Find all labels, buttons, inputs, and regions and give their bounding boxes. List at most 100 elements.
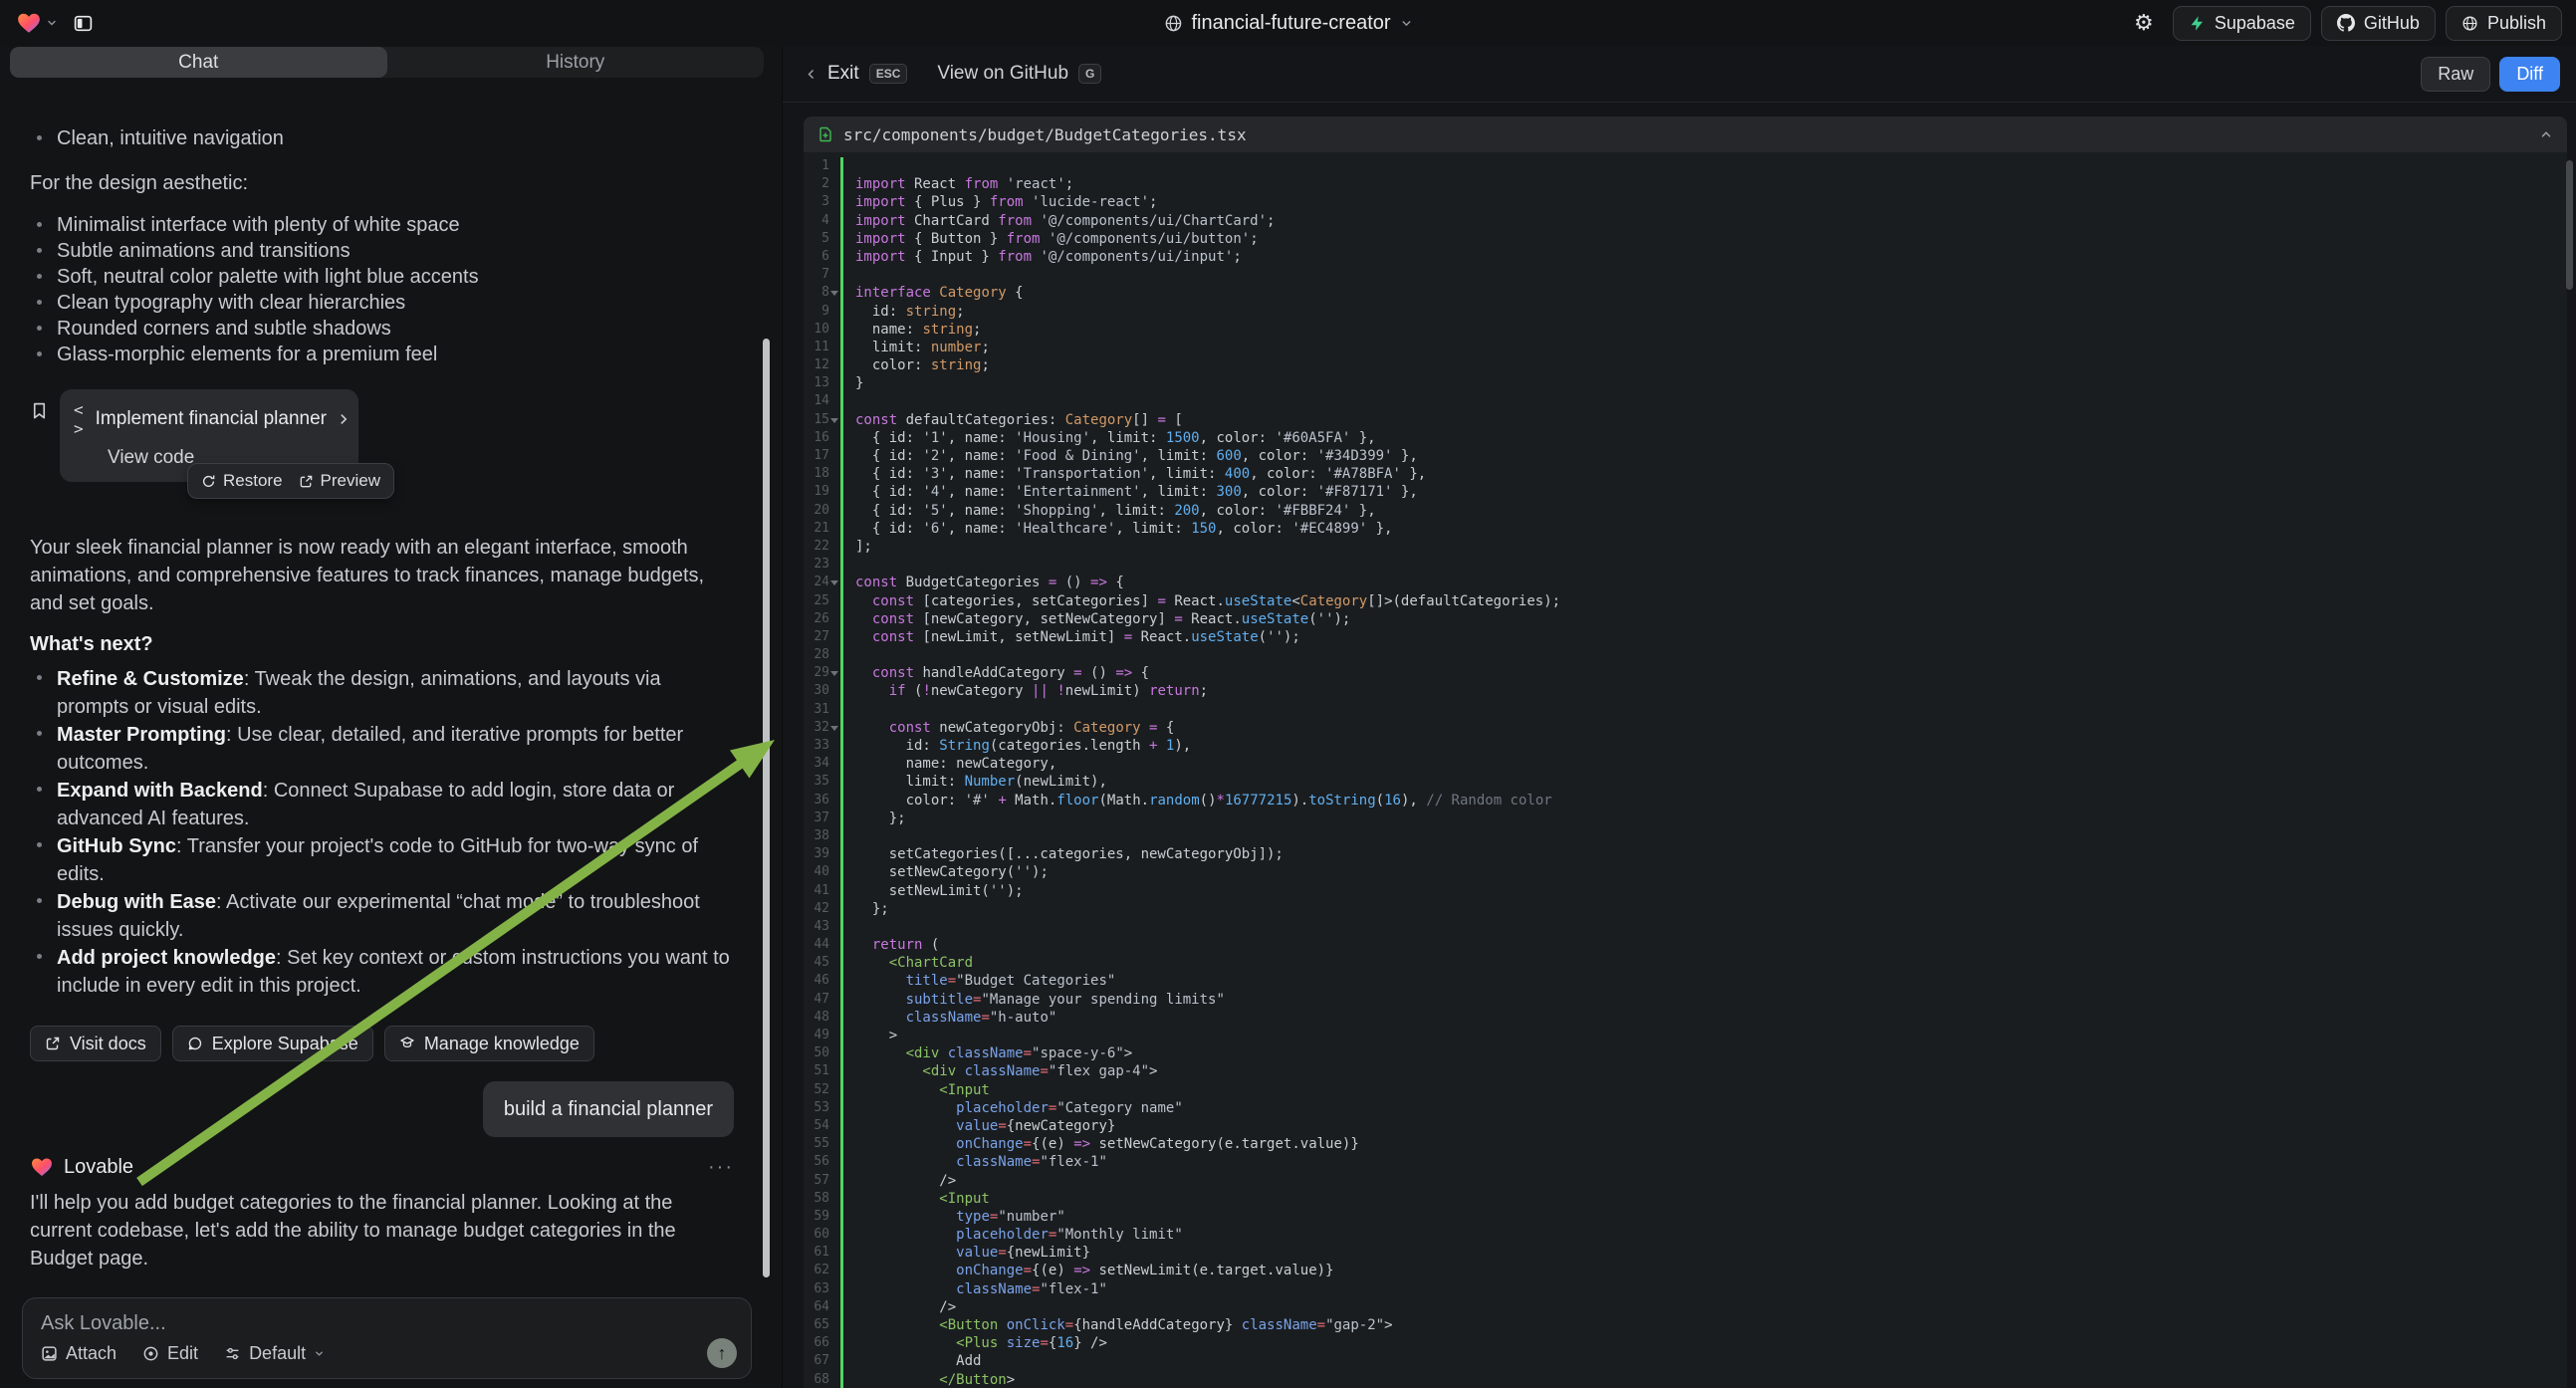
assistant-header: Lovable ··· <box>30 1155 734 1179</box>
supabase-button[interactable]: Supabase <box>2173 6 2311 41</box>
tab-history[interactable]: History <box>387 47 765 78</box>
visit-docs-button[interactable]: Visit docs <box>30 1026 161 1061</box>
supabase-label: Supabase <box>2215 13 2295 34</box>
code-text: setNewCategory(''); <box>840 863 2567 881</box>
code-line: 27 const [newLimit, setNewLimit] = React… <box>804 628 2567 646</box>
code-text: import ChartCard from '@/components/ui/C… <box>840 212 2567 230</box>
code-text: onChange={(e) => setNewLimit(e.target.va… <box>840 1262 2567 1279</box>
chevron-up-icon[interactable] <box>2539 127 2553 141</box>
code-text: const defaultCategories: Category[] = [ <box>840 411 2567 429</box>
code-line: 15const defaultCategories: Category[] = … <box>804 411 2567 429</box>
code-line: 29 const handleAddCategory = () => { <box>804 664 2567 682</box>
code-text: const BudgetCategories = () => { <box>840 574 2567 591</box>
globe-icon <box>1163 14 1182 33</box>
code-line: 58 <Input <box>804 1190 2567 1208</box>
topbar: financial-future-creator ⚙ Supabase GitH… <box>0 0 2576 46</box>
code-text: value={newCategory} <box>840 1117 2567 1135</box>
code-text: color: '#' + Math.floor(Math.random()*16… <box>840 792 2567 810</box>
list-item: Clean, intuitive navigation <box>30 125 734 151</box>
line-number: 26 <box>804 610 840 628</box>
view-on-github-button[interactable]: View on GitHub G <box>937 63 1101 85</box>
code-line: 66 <Plus size={16} /> <box>804 1334 2567 1352</box>
line-number: 46 <box>804 972 840 990</box>
message-menu-icon[interactable]: ··· <box>708 1156 734 1179</box>
line-number: 16 <box>804 429 840 447</box>
code-line: 55 onChange={(e) => setNewCategory(e.tar… <box>804 1135 2567 1153</box>
image-icon <box>41 1345 58 1362</box>
version-card[interactable]: Implement financial planner View code Re… <box>60 389 358 482</box>
code-text: <Plus size={16} /> <box>840 1334 2567 1352</box>
tab-chat[interactable]: Chat <box>10 47 387 78</box>
file-plus-icon <box>818 126 833 142</box>
code-scrollbar[interactable] <box>2566 160 2573 290</box>
bookmark-icon[interactable] <box>30 401 60 420</box>
code-text: const newCategoryObj: Category = { <box>840 719 2567 737</box>
code-text: placeholder="Monthly limit" <box>840 1226 2567 1244</box>
attach-button[interactable]: Attach <box>41 1343 117 1364</box>
code-text: id: String(categories.length + 1), <box>840 737 2567 755</box>
github-button[interactable]: GitHub <box>2321 6 2436 41</box>
code-line: 40 setNewCategory(''); <box>804 863 2567 881</box>
ask-input[interactable]: Ask Lovable... <box>41 1312 733 1335</box>
restore-button[interactable]: Restore <box>201 471 283 491</box>
fold-chevron-icon[interactable] <box>830 671 838 676</box>
chat-scrollbar[interactable] <box>763 339 770 1277</box>
code-text: <Button onClick={handleAddCategory} clas… <box>840 1316 2567 1334</box>
code-text: Add <box>840 1352 2567 1370</box>
project-switcher[interactable]: financial-future-creator <box>1163 0 1412 46</box>
fold-chevron-icon[interactable] <box>830 726 838 731</box>
line-number: 57 <box>804 1172 840 1190</box>
code-line: 68 </Button> <box>804 1371 2567 1388</box>
send-button[interactable]: ↑ <box>707 1338 737 1368</box>
aesthetic-list: Minimalist interface with plenty of whit… <box>30 212 734 367</box>
code-text: const [newLimit, setNewLimit] = React.us… <box>840 628 2567 646</box>
line-number: 58 <box>804 1190 840 1208</box>
code-text: className="h-auto" <box>840 1009 2567 1027</box>
edit-button[interactable]: Edit <box>142 1343 198 1364</box>
line-number: 45 <box>804 954 840 972</box>
external-link-icon <box>299 474 314 489</box>
toggle-sidebar-button[interactable] <box>68 8 98 38</box>
code-text: { id: '3', name: 'Transportation', limit… <box>840 465 2567 483</box>
lovable-menu[interactable] <box>16 10 58 36</box>
explore-supabase-button[interactable]: Explore Supabase <box>172 1026 373 1061</box>
line-number: 61 <box>804 1244 840 1262</box>
settings-button[interactable]: ⚙ <box>2125 6 2163 41</box>
code-text: const [newCategory, setNewCategory] = Re… <box>840 610 2567 628</box>
chevron-down-icon <box>46 17 58 29</box>
preview-button[interactable]: Preview <box>299 471 380 491</box>
code-line: 5import { Button } from '@/components/ui… <box>804 230 2567 248</box>
file-header[interactable]: src/components/budget/BudgetCategories.t… <box>804 116 2567 152</box>
knowledge-icon <box>399 1036 415 1051</box>
model-select[interactable]: Default <box>224 1343 325 1364</box>
line-number: 48 <box>804 1009 840 1027</box>
code-line: 51 <div className="flex gap-4"> <box>804 1062 2567 1080</box>
code-text: <ChartCard <box>840 954 2567 972</box>
code-line: 23 <box>804 556 2567 574</box>
raw-button[interactable]: Raw <box>2421 57 2490 92</box>
chat-panel: ChatHistory Clean, intuitive navigation … <box>0 46 774 1388</box>
manage-knowledge-label: Manage knowledge <box>424 1034 580 1054</box>
fold-chevron-icon[interactable] <box>830 580 838 585</box>
line-number: 25 <box>804 592 840 610</box>
exit-button[interactable]: Exit ESC <box>805 63 907 85</box>
code-line: 7 <box>804 266 2567 284</box>
code-text: }; <box>840 900 2567 918</box>
code-line: 63 className="flex-1" <box>804 1280 2567 1298</box>
manage-knowledge-button[interactable]: Manage knowledge <box>384 1026 594 1061</box>
code-line: 24const BudgetCategories = () => { <box>804 574 2567 591</box>
lovable-logo-icon <box>16 10 42 36</box>
github-label: GitHub <box>2364 13 2420 34</box>
publish-button[interactable]: Publish <box>2446 6 2562 41</box>
line-number: 28 <box>804 646 840 664</box>
code-text <box>840 918 2567 936</box>
code-text: className="flex-1" <box>840 1153 2567 1171</box>
line-number: 56 <box>804 1153 840 1171</box>
code-line: 19 { id: '4', name: 'Entertainment', lim… <box>804 483 2567 501</box>
chevron-right-icon[interactable] <box>337 412 351 426</box>
list-item: Glass-morphic elements for a premium fee… <box>30 342 734 367</box>
fold-chevron-icon[interactable] <box>830 291 838 296</box>
line-number: 59 <box>804 1208 840 1226</box>
fold-chevron-icon[interactable] <box>830 418 838 423</box>
diff-button[interactable]: Diff <box>2499 57 2560 92</box>
